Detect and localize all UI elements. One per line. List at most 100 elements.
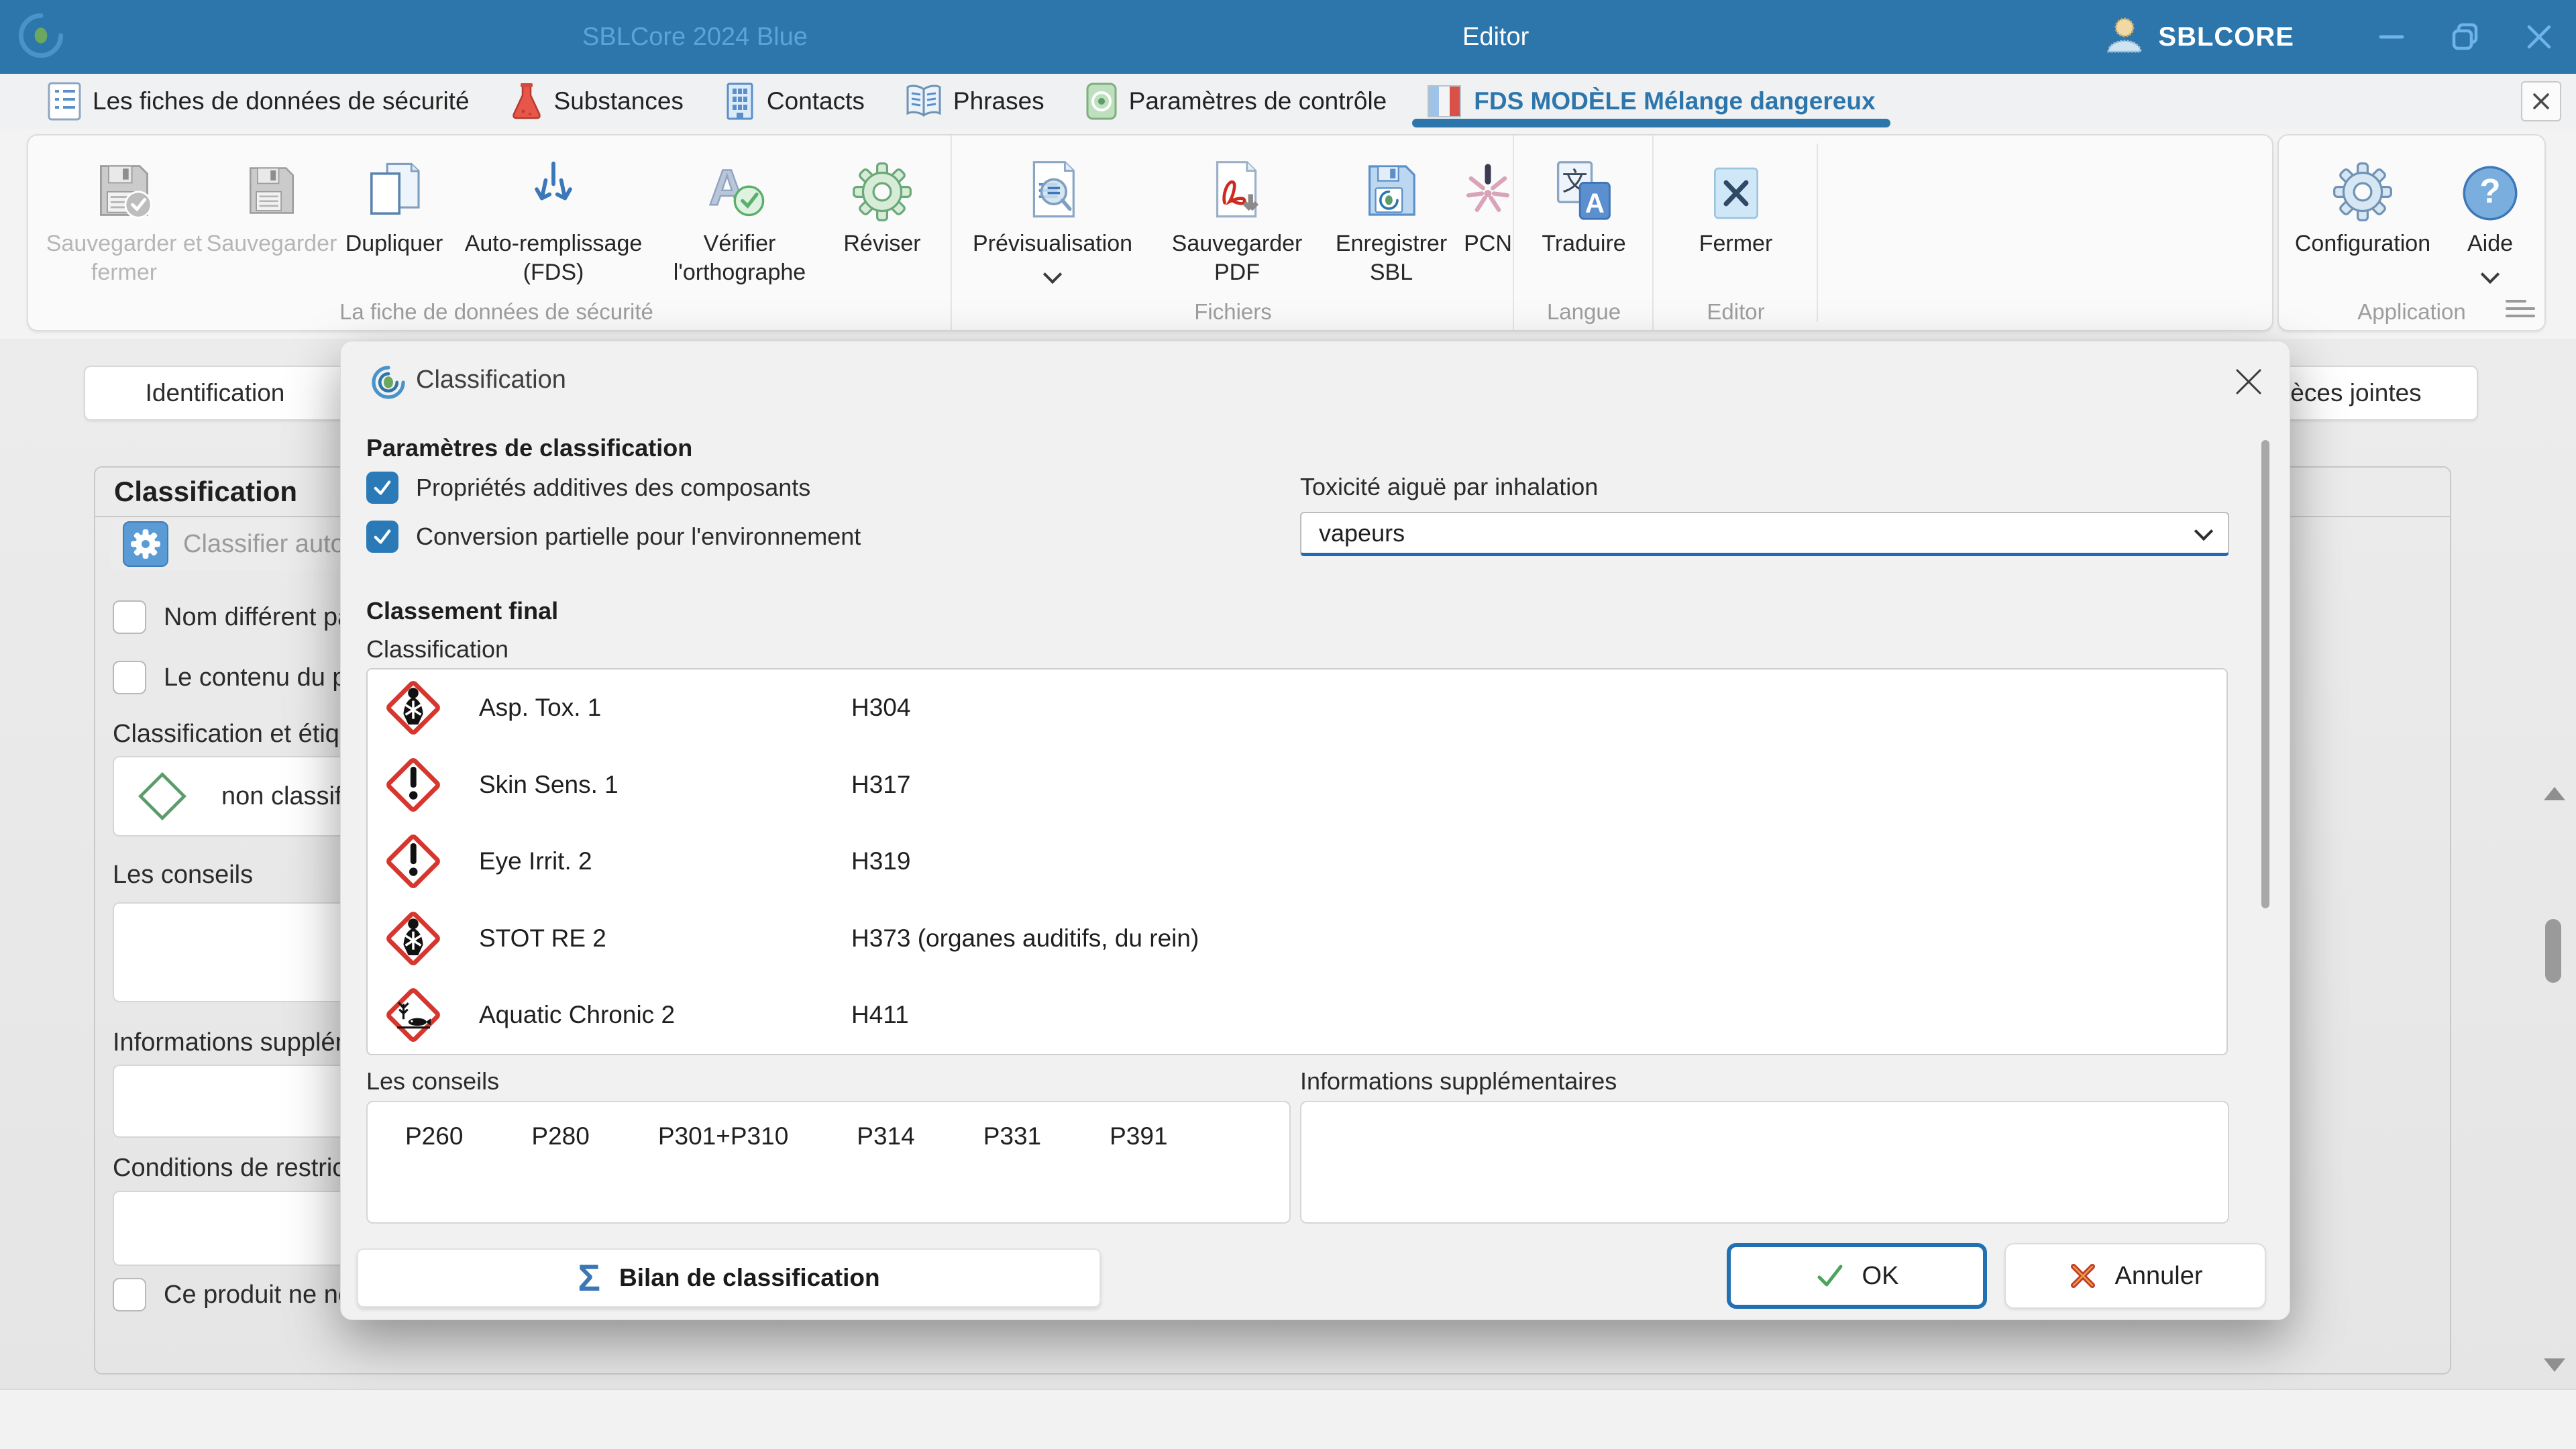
- p-phrase[interactable]: P331: [983, 1122, 1041, 1222]
- ok-button[interactable]: OK: [1727, 1243, 1987, 1309]
- hazard-class-name: Aquatic Chronic 2: [479, 1001, 851, 1029]
- hazard-class-name: Eye Irrit. 2: [479, 847, 851, 875]
- tab-label: Phrases: [953, 87, 1044, 115]
- save-button[interactable]: Sauvegarder: [208, 136, 335, 258]
- spellcheck-icon: A: [708, 145, 772, 223]
- gear-blue-icon: [2332, 145, 2394, 223]
- tabbar-close-button[interactable]: [2521, 81, 2561, 121]
- pdf-icon: [1206, 145, 1268, 223]
- toxicity-select[interactable]: vapeurs: [1300, 512, 2229, 556]
- flask-icon: [510, 82, 543, 121]
- save-icon: [242, 145, 301, 223]
- dialog-conseils-label: Les conseils: [366, 1067, 499, 1095]
- sds-list-icon: [47, 82, 82, 121]
- dialog-scrollbar-thumb[interactable]: [2261, 440, 2269, 908]
- preview-icon: [1022, 145, 1083, 223]
- checkbox-label: Ce produit ne né: [164, 1281, 352, 1309]
- spellcheck-button[interactable]: A Vérifier l'orthographe: [654, 136, 825, 286]
- conseils-label: Les conseils: [113, 861, 253, 890]
- checkbox-unchecked[interactable]: [113, 1278, 146, 1311]
- account-button[interactable]: SBLCORE: [2103, 14, 2294, 60]
- chevron-down-icon: [1043, 264, 1062, 283]
- scrollbar-thumb[interactable]: [2545, 919, 2561, 983]
- p-phrase[interactable]: P301+P310: [658, 1122, 788, 1222]
- tab-fiches-donnees-securite[interactable]: Les fiches de données de sécurité: [27, 74, 490, 129]
- p-phrase[interactable]: P391: [1110, 1122, 1167, 1222]
- ribbon-button-label: Traduire: [1542, 229, 1625, 258]
- checkbox-unchecked[interactable]: [113, 600, 146, 634]
- restore-button[interactable]: [2428, 0, 2502, 74]
- ribbon-group-application: Configuration ? Aide Application: [2279, 136, 2544, 330]
- checkbox-label: Propriétés additives des composants: [416, 474, 810, 502]
- titlebar: SBLCore 2024 Blue Editor SBLCORE: [0, 0, 2576, 74]
- section-tab-label: èces jointes: [2290, 379, 2421, 407]
- translate-button[interactable]: 文A Traduire: [1514, 136, 1654, 258]
- ribbon: Sauvegarder et fermer Sauvegarder Dupliq…: [0, 129, 2576, 339]
- checkbox-row-nom-different[interactable]: Nom différent pa: [113, 600, 352, 634]
- classification-row[interactable]: Eye Irrit. 2 H319: [368, 823, 2226, 900]
- dialog-close-icon[interactable]: [2227, 360, 2270, 403]
- pcn-button[interactable]: PCN: [1462, 136, 1514, 258]
- autofill-fds-button[interactable]: Auto-remplissage (FDS): [453, 136, 654, 286]
- tab-parametres-controle[interactable]: Paramètres de contrôle: [1065, 74, 1407, 129]
- checkbox-unchecked[interactable]: [113, 661, 146, 694]
- checkbox-row-contenu[interactable]: Le contenu du pa: [113, 661, 361, 694]
- duplicate-button[interactable]: Dupliquer: [335, 136, 453, 258]
- checkbox-checked[interactable]: [366, 521, 398, 553]
- checkbox-label: Le contenu du pa: [164, 663, 361, 692]
- ribbon-button-label: Sauvegarder PDF: [1153, 229, 1321, 286]
- checkbox-checked[interactable]: [366, 472, 398, 504]
- minimize-button[interactable]: [2355, 0, 2428, 74]
- ribbon-group-label: Editor: [1654, 299, 1818, 325]
- save-sbl-button[interactable]: Enregistrer SBL: [1321, 136, 1462, 286]
- revise-button[interactable]: Réviser: [825, 136, 939, 258]
- save-pdf-button[interactable]: Sauvegarder PDF: [1153, 136, 1321, 286]
- tab-fds-modele-melange-dangereux[interactable]: FDS MODÈLE Mélange dangereux: [1407, 74, 1895, 129]
- auto-classify-gear-icon: [123, 521, 168, 567]
- ghs08-health-hazard-icon: [378, 673, 448, 743]
- ribbon-divider: [1817, 144, 1818, 322]
- ribbon-options-icon[interactable]: [2506, 295, 2535, 322]
- autofill-icon: [521, 145, 586, 223]
- configuration-button[interactable]: Configuration: [2279, 136, 2447, 258]
- p-phrase[interactable]: P260: [405, 1122, 463, 1222]
- tab-label: FDS MODÈLE Mélange dangereux: [1474, 87, 1875, 115]
- close-editor-button[interactable]: Fermer: [1654, 136, 1818, 258]
- ok-label: OK: [1862, 1262, 1899, 1291]
- tab-label: Les fiches de données de sécurité: [93, 87, 470, 115]
- close-window-button[interactable]: [2502, 0, 2576, 74]
- checkbox-row-conversion[interactable]: Conversion partielle pour l'environnemen…: [366, 521, 861, 553]
- save-and-close-button[interactable]: Sauvegarder et fermer: [40, 136, 208, 286]
- scrollbar-up-arrow[interactable]: [2544, 787, 2565, 800]
- tab-contacts[interactable]: Contacts: [704, 74, 885, 129]
- checkbox-row-additive[interactable]: Propriétés additives des composants: [366, 472, 810, 504]
- dialog-infos-box[interactable]: [1300, 1101, 2229, 1224]
- cancel-button[interactable]: Annuler: [2004, 1243, 2266, 1309]
- dialog-title: Classification: [416, 366, 566, 394]
- checkbox-label: Nom différent pa: [164, 603, 352, 632]
- tab-substances[interactable]: Substances: [490, 74, 704, 129]
- svg-text:?: ?: [2479, 172, 2500, 210]
- hazard-class-name: STOT RE 2: [479, 924, 851, 953]
- classification-row[interactable]: Asp. Tox. 1 H304: [368, 669, 2226, 747]
- scrollbar-down-arrow[interactable]: [2544, 1358, 2565, 1372]
- classification-row[interactable]: STOT RE 2 H373 (organes auditifs, du rei…: [368, 900, 2226, 977]
- checkbox-label: Conversion partielle pour l'environnemen…: [416, 523, 861, 551]
- section-tab-identification[interactable]: Identification: [84, 366, 346, 421]
- p-phrase[interactable]: P280: [531, 1122, 589, 1222]
- save-close-icon: [92, 145, 156, 223]
- close-editor-icon: [1707, 145, 1766, 223]
- tab-phrases[interactable]: Phrases: [885, 74, 1065, 129]
- p-phrase[interactable]: P314: [857, 1122, 914, 1222]
- checkbox-row-produit[interactable]: Ce produit ne né: [113, 1278, 352, 1311]
- bilan-classification-button[interactable]: Σ Bilan de classification: [357, 1248, 1101, 1307]
- ribbon-button-label: Sauvegarder: [207, 229, 337, 258]
- preview-button[interactable]: Prévisualisation: [952, 136, 1153, 281]
- help-button[interactable]: ? Aide: [2447, 136, 2534, 281]
- classification-row[interactable]: Aquatic Chronic 2 H411: [368, 977, 2226, 1054]
- toxicity-select-value: vapeurs: [1319, 519, 1405, 547]
- ribbon-button-label: Fermer: [1699, 229, 1773, 258]
- hazard-statement-code: H304: [851, 694, 2226, 722]
- ghs08-health-hazard-icon: [378, 904, 448, 973]
- classification-row[interactable]: Skin Sens. 1 H317: [368, 747, 2226, 824]
